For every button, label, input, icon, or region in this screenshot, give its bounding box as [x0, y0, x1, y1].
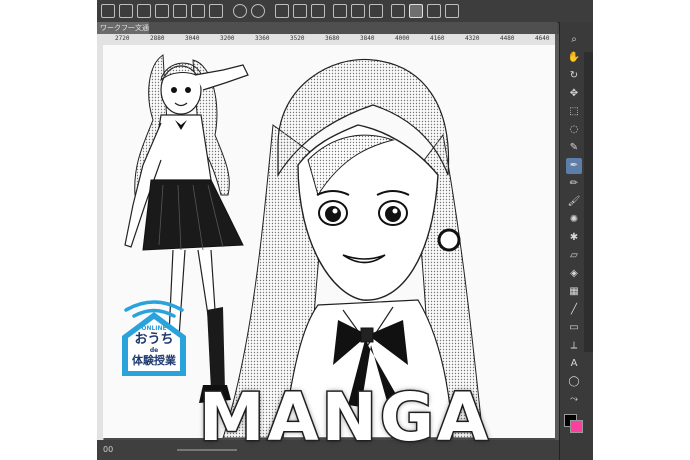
snap-icon[interactable] — [369, 4, 383, 18]
pencil-tool-icon[interactable]: ✏ — [566, 176, 582, 192]
pen-tool-icon[interactable]: ✒ — [566, 158, 582, 174]
move-tool-icon[interactable]: ✥ — [566, 86, 582, 102]
ruler-mark: 3840 — [360, 35, 375, 42]
ruler-mark: 3520 — [290, 35, 305, 42]
layer-copy-icon[interactable] — [209, 4, 223, 18]
open-icon[interactable] — [119, 4, 133, 18]
ruler-mark: 3200 — [220, 35, 235, 42]
new-canvas-icon[interactable] — [101, 4, 115, 18]
transform-icon[interactable] — [275, 4, 289, 18]
gradient-tool-icon[interactable]: ▦ — [566, 284, 582, 300]
ruler-mark: 4480 — [500, 35, 515, 42]
ruler-mark: 4320 — [465, 35, 480, 42]
pen-icon[interactable] — [409, 4, 423, 18]
brush-icon[interactable] — [427, 4, 441, 18]
clear-icon[interactable] — [351, 4, 365, 18]
frame-tool-icon[interactable]: ▭ — [566, 320, 582, 336]
eraser-icon[interactable] — [445, 4, 459, 18]
crop-icon[interactable] — [311, 4, 325, 18]
ruler-mark: 3360 — [255, 35, 270, 42]
select-tool-icon[interactable]: ⬚ — [566, 104, 582, 120]
ruler-mark: 2720 — [115, 35, 130, 42]
text-tool-icon[interactable]: A — [566, 356, 582, 372]
document-tab[interactable]: ワークフ一文通 — [97, 22, 149, 34]
export-icon[interactable] — [155, 4, 169, 18]
ruler-mark: 4640 — [535, 35, 550, 42]
brush-tool-icon[interactable]: 🖌 — [566, 194, 582, 210]
manga-title: MANGA — [197, 378, 492, 458]
eraser-tool-icon[interactable]: ▱ — [566, 248, 582, 264]
layer-icon[interactable] — [191, 4, 205, 18]
document-tab-bar: ワークフ一文通 — [97, 22, 557, 34]
airbrush-tool-icon[interactable]: ✺ — [566, 212, 582, 228]
save-icon[interactable] — [137, 4, 151, 18]
redo-icon[interactable] — [251, 4, 265, 18]
badge-line2: 体験授業 — [132, 354, 176, 367]
decorate-tool-icon[interactable]: ✱ — [566, 230, 582, 246]
ruler-mark: 4000 — [395, 35, 410, 42]
ruler-mark: 4160 — [430, 35, 445, 42]
command-bar — [97, 0, 593, 23]
rotate-tool-icon[interactable]: ↻ — [566, 68, 582, 84]
lasso-icon[interactable] — [333, 4, 347, 18]
shape-tool-icon[interactable]: ╱ — [566, 302, 582, 318]
eyedropper-tool-icon[interactable]: ✎ — [566, 140, 582, 156]
sub-tool-strip — [584, 52, 593, 352]
print-icon[interactable] — [173, 4, 187, 18]
badge-line1: おうち — [134, 332, 174, 347]
ruler-tool-icon[interactable]: ⟂ — [566, 338, 582, 354]
ruler-snap-icon[interactable] — [391, 4, 405, 18]
pan-tool-icon[interactable]: ✋ — [566, 50, 582, 66]
ruler-mark: 3680 — [325, 35, 340, 42]
lasso-tool-icon[interactable]: ◌ — [566, 122, 582, 138]
ruler-mark: 3040 — [185, 35, 200, 42]
fill-icon[interactable] — [293, 4, 307, 18]
undo-icon[interactable] — [233, 4, 247, 18]
online-lesson-badge: ONLINE おうち de 体験授業 — [116, 296, 192, 378]
ruler-mark: 2880 — [150, 35, 165, 42]
zoom-tool-icon[interactable]: ⌕ — [566, 32, 582, 48]
fill-tool-icon[interactable]: ◈ — [566, 266, 582, 282]
